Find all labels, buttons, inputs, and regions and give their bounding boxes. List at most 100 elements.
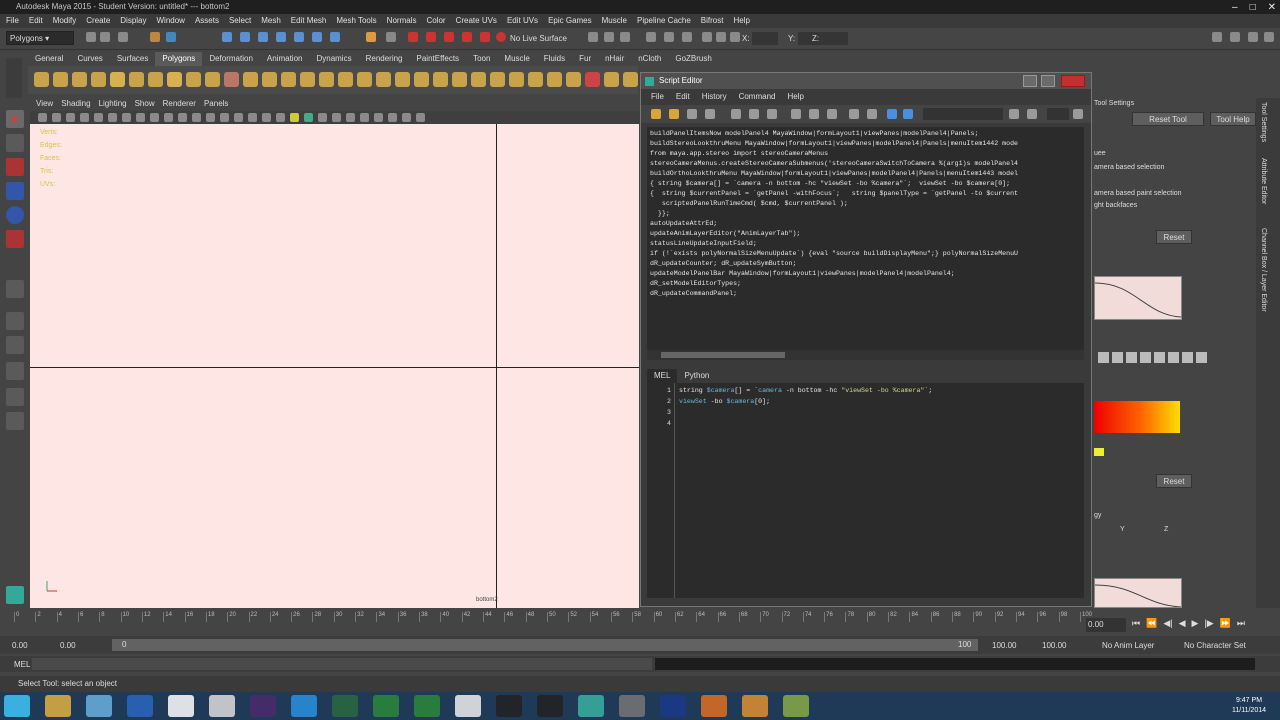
taskbar-unity-icon[interactable] — [209, 695, 235, 717]
shelf-tool-icon[interactable] — [186, 72, 201, 87]
taskbar-photoshop-icon[interactable] — [660, 695, 686, 717]
save-shelf-icon[interactable] — [705, 109, 715, 119]
tab-tool-settings[interactable]: Tool Settings — [1260, 102, 1267, 142]
script-editor-maximize-button[interactable] — [1041, 75, 1055, 87]
panel-toolbar-icon[interactable] — [276, 113, 285, 122]
shelf-tool-icon[interactable] — [243, 72, 258, 87]
menu-create[interactable]: Create — [86, 14, 110, 28]
y-field[interactable] — [798, 32, 824, 45]
tab-channel-box[interactable]: Channel Box / Layer Editor — [1260, 228, 1267, 312]
range-start-handle[interactable]: 0 — [122, 640, 126, 649]
shelf-tool-icon[interactable] — [547, 72, 562, 87]
shelf-tab-animation[interactable]: Animation — [260, 52, 310, 66]
snap-grid-icon[interactable] — [222, 32, 232, 42]
manipulator-icon[interactable] — [6, 280, 24, 298]
shelf-tab-gozbrush[interactable]: GoZBrush — [668, 52, 718, 66]
prev-key-icon[interactable]: ◀| — [1163, 618, 1172, 629]
shelf-tab-muscle[interactable]: Muscle — [497, 52, 536, 66]
shelf-tab-painteffects[interactable]: PaintEffects — [410, 52, 467, 66]
open-script-icon[interactable] — [651, 109, 661, 119]
panel-toolbar-icon[interactable] — [206, 113, 215, 122]
shelf-tool-icon[interactable] — [490, 72, 505, 87]
taskbar-start-icon[interactable] — [4, 695, 30, 717]
panel-toolbar-icon[interactable] — [304, 113, 313, 122]
layout-icon-1[interactable] — [1212, 32, 1222, 42]
taskbar-app-icon[interactable] — [537, 695, 563, 717]
taskbar-camtasia-icon[interactable] — [373, 695, 399, 717]
paint-select-icon[interactable] — [6, 158, 24, 176]
character-set-dropdown[interactable]: No Character Set — [1184, 641, 1246, 650]
line-numbers-icon[interactable] — [867, 109, 877, 119]
snap-point-icon[interactable] — [258, 32, 268, 42]
range-end-handle[interactable]: 100 — [958, 640, 971, 649]
save-scene-icon[interactable] — [118, 32, 128, 42]
panel-toolbar-icon[interactable] — [164, 113, 173, 122]
shelf-tool-icon[interactable] — [281, 72, 296, 87]
reset-button-2[interactable]: Reset — [1156, 474, 1192, 488]
layout-four-icon[interactable] — [6, 336, 24, 354]
viewport-bottom[interactable]: Verts: Edges: Faces: Tris: UVs: bottom2 — [30, 124, 639, 608]
tab-attribute-editor[interactable]: Attribute Editor — [1260, 158, 1267, 204]
shelf-tab-nhair[interactable]: nHair — [598, 52, 631, 66]
shelf-tool-icon[interactable] — [110, 72, 125, 87]
shelf-tab-deformation[interactable]: Deformation — [202, 52, 260, 66]
shelf-tool-icon[interactable] — [224, 72, 239, 87]
interp-button[interactable] — [1098, 352, 1109, 363]
menu-epic-games[interactable]: Epic Games — [548, 14, 592, 28]
clear-history-icon[interactable] — [731, 109, 741, 119]
clear-icon[interactable] — [702, 32, 712, 42]
hypershade-icon[interactable] — [462, 32, 472, 42]
menu-assets[interactable]: Assets — [195, 14, 219, 28]
layout-side-icon[interactable] — [6, 362, 24, 380]
shelf-tool-icon[interactable] — [566, 72, 581, 87]
menu-select[interactable]: Select — [229, 14, 251, 28]
script-menu-edit[interactable]: Edit — [676, 90, 690, 104]
panel-toolbar-icon[interactable] — [290, 113, 299, 122]
playback-start-field[interactable]: 0.00 — [60, 641, 76, 650]
shelf-tab-ncloth[interactable]: nCloth — [631, 52, 668, 66]
interp-button[interactable] — [1182, 352, 1193, 363]
taskbar-explorer-icon[interactable] — [45, 695, 71, 717]
execute-all-icon[interactable] — [887, 109, 897, 119]
show-tooltip-icon[interactable] — [1073, 109, 1083, 119]
panel-toolbar-icon[interactable] — [80, 113, 89, 122]
panel-toolbar-icon[interactable] — [346, 113, 355, 122]
menu-edit-mesh[interactable]: Edit Mesh — [291, 14, 327, 28]
play-forward-icon[interactable]: ▶ — [1192, 618, 1199, 629]
end-time-field[interactable]: 100.00 — [1042, 641, 1066, 650]
interp-button[interactable] — [1126, 352, 1137, 363]
taskbar-chrome-icon[interactable] — [127, 695, 153, 717]
layout-persp-icon[interactable] — [6, 388, 24, 406]
interp-button[interactable] — [1112, 352, 1123, 363]
menu-create-uvs[interactable]: Create UVs — [456, 14, 497, 28]
shelf-tool-icon[interactable] — [167, 72, 182, 87]
panel-toolbar-icon[interactable] — [262, 113, 271, 122]
tool-help-button[interactable]: Tool Help — [1210, 112, 1256, 126]
panel-toolbar-icon[interactable] — [234, 113, 243, 122]
select-by-name-icon[interactable] — [664, 32, 674, 42]
save-script-icon[interactable] — [687, 109, 697, 119]
open-scene-icon[interactable] — [100, 32, 110, 42]
transform-icon[interactable] — [730, 32, 740, 42]
anim-layer-dropdown[interactable]: No Anim Layer — [1102, 641, 1154, 650]
input-only-icon[interactable] — [809, 109, 819, 119]
search-prev-icon[interactable] — [1009, 109, 1019, 119]
shelf-tool-icon[interactable] — [148, 72, 163, 87]
panel-menu-renderer[interactable]: Renderer — [163, 98, 196, 110]
shelf-tool-icon[interactable] — [338, 72, 353, 87]
shelf-tab-dynamics[interactable]: Dynamics — [309, 52, 358, 66]
script-input-pane[interactable]: 1234 string $camera[] = `camera -n botto… — [647, 383, 1084, 598]
panel-menu-view[interactable]: View — [36, 98, 53, 110]
menu-modify[interactable]: Modify — [53, 14, 77, 28]
shelf-tab-general[interactable]: General — [28, 52, 70, 66]
panel-toolbar-icon[interactable] — [52, 113, 61, 122]
panel-toolbar-icon[interactable] — [108, 113, 117, 122]
menu-muscle[interactable]: Muscle — [602, 14, 627, 28]
panel-toolbar-icon[interactable] — [248, 113, 257, 122]
shelf-tab-rendering[interactable]: Rendering — [359, 52, 410, 66]
script-menu-file[interactable]: File — [651, 90, 664, 104]
system-clock[interactable]: 9:47 PM 11/11/2014 — [1232, 696, 1266, 716]
taskbar-audition-icon[interactable] — [332, 695, 358, 717]
panel-toolbar-icon[interactable] — [66, 113, 75, 122]
panel-toolbar-icon[interactable] — [220, 113, 229, 122]
